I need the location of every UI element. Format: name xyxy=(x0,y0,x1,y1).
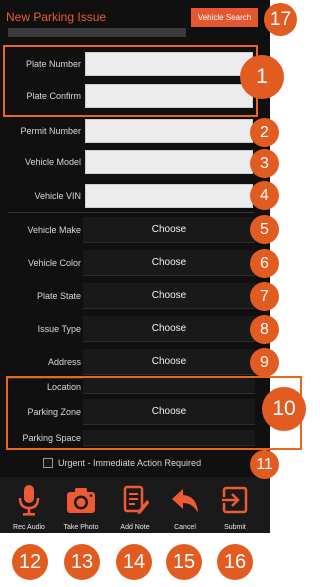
rec-audio-label: Rec Audio xyxy=(13,524,45,531)
page-title: New Parking Issue xyxy=(6,10,107,24)
callout-box-10 xyxy=(6,376,302,450)
action-bar: Rec Audio Take Photo Add Note Cancel Sub… xyxy=(0,477,270,533)
permit-number-input[interactable] xyxy=(86,120,252,142)
submit-label: Submit xyxy=(224,524,246,531)
callout-badge-10: 10 xyxy=(262,387,306,431)
address-label: Address xyxy=(47,357,81,367)
urgent-checkbox[interactable] xyxy=(43,458,53,468)
take-photo-label: Take Photo xyxy=(63,524,99,531)
callout-badge-6: 6 xyxy=(250,249,279,278)
vehicle-vin-input[interactable] xyxy=(86,185,252,207)
vehicle-search-button[interactable]: Vehicle Search xyxy=(191,8,258,27)
vehicle-vin-field[interactable] xyxy=(85,184,253,208)
callout-badge-12: 12 xyxy=(12,544,48,580)
camera-icon xyxy=(67,488,95,513)
vehicle-vin-label: Vehicle VIN xyxy=(34,191,81,201)
callout-badge-4: 4 xyxy=(250,181,279,210)
microphone-icon xyxy=(18,485,40,516)
vehicle-make-select[interactable]: Choose xyxy=(83,217,255,243)
vehicle-model-field[interactable] xyxy=(85,150,253,174)
callout-badge-5: 5 xyxy=(250,215,279,244)
vehicle-color-label: Vehicle Color xyxy=(27,258,81,268)
callout-badge-15: 15 xyxy=(166,544,202,580)
callout-badge-17: 17 xyxy=(264,3,297,36)
plate-state-select[interactable]: Choose xyxy=(83,283,255,309)
submit-button[interactable]: Submit xyxy=(208,479,262,533)
rec-audio-button[interactable]: Rec Audio xyxy=(2,479,56,533)
vehicle-color-select[interactable]: Choose xyxy=(83,250,255,276)
issue-type-label: Issue Type xyxy=(37,324,81,334)
vehicle-model-label: Vehicle Model xyxy=(24,157,81,167)
title-underline-bar xyxy=(8,28,186,37)
cancel-label: Cancel xyxy=(174,524,196,531)
callout-badge-11: 11 xyxy=(250,450,279,479)
enter-icon xyxy=(221,486,248,514)
vehicle-model-input[interactable] xyxy=(86,151,252,173)
add-note-button[interactable]: Add Note xyxy=(108,479,162,533)
callout-badge-3: 3 xyxy=(250,149,279,178)
permit-number-label: Permit Number xyxy=(20,126,81,136)
callout-badge-9: 9 xyxy=(250,348,279,377)
divider xyxy=(8,212,254,213)
address-select[interactable]: Choose xyxy=(83,349,255,375)
take-photo-button[interactable]: Take Photo xyxy=(54,479,108,533)
urgent-label[interactable]: Urgent - Immediate Action Required xyxy=(58,458,201,468)
callout-badge-1: 1 xyxy=(240,55,284,99)
callout-badge-16: 16 xyxy=(217,544,253,580)
note-pencil-icon xyxy=(123,485,149,514)
callout-box-1 xyxy=(3,45,258,117)
permit-number-field[interactable] xyxy=(85,119,253,143)
callout-badge-13: 13 xyxy=(64,544,100,580)
callout-badge-2: 2 xyxy=(250,118,279,147)
cancel-button[interactable]: Cancel xyxy=(158,479,212,533)
vehicle-make-label: Vehicle Make xyxy=(27,225,81,235)
add-note-label: Add Note xyxy=(120,524,150,531)
callout-badge-14: 14 xyxy=(116,544,152,580)
issue-type-select[interactable]: Choose xyxy=(83,316,255,342)
plate-state-label: Plate State xyxy=(36,291,81,301)
back-arrow-icon xyxy=(172,489,198,513)
callout-badge-8: 8 xyxy=(250,315,279,344)
callout-badge-7: 7 xyxy=(250,282,279,311)
